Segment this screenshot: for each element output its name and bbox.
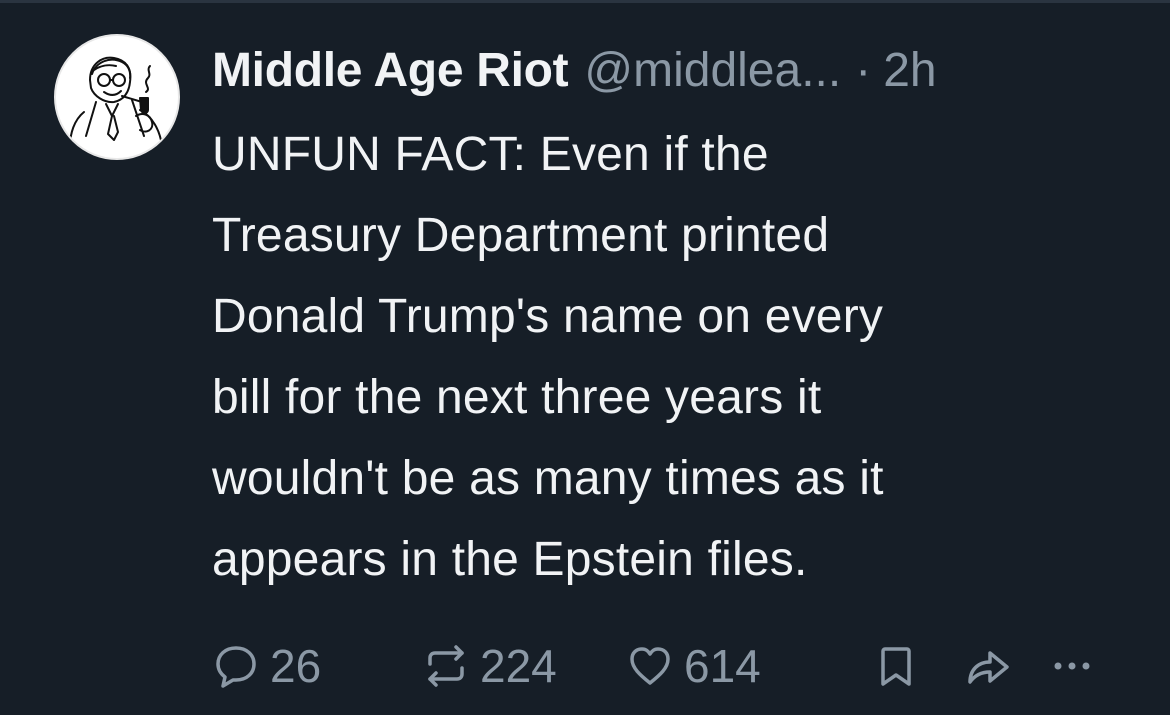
bookmark-icon [872, 642, 920, 690]
post-header: Middle Age Riot @middlea... · 2h [212, 38, 1142, 104]
like-count: 614 [684, 640, 761, 692]
post-text-line: bill for the next three years it [212, 371, 822, 424]
repost-arrows-icon [422, 642, 470, 690]
post-text-line: Treasury Department printed [212, 209, 830, 262]
display-name[interactable]: Middle Age Riot [212, 38, 569, 104]
post-text-line: appears in the Epstein files. [212, 533, 808, 586]
repost-button[interactable]: 224 [422, 636, 557, 696]
ellipsis-icon [1048, 642, 1096, 690]
avatar[interactable] [54, 34, 180, 160]
post-text-line: Donald Trump's name on every [212, 290, 884, 343]
heart-icon [626, 642, 674, 690]
reply-button[interactable]: 26 [212, 636, 321, 696]
more-options-button[interactable] [1048, 636, 1096, 696]
post[interactable]: Middle Age Riot @middlea... · 2h UNFUN F… [212, 38, 1142, 600]
speech-bubble-icon [212, 642, 260, 690]
share-button[interactable] [964, 636, 1012, 696]
post-text: UNFUN FACT: Even if the Treasury Departm… [212, 114, 1142, 600]
avatar-illustration [69, 56, 163, 147]
bookmark-button[interactable] [872, 636, 920, 696]
separator-dot: · [855, 44, 872, 97]
post-timestamp[interactable]: 2h [883, 38, 936, 104]
user-handle[interactable]: @middlea... [584, 38, 841, 104]
top-divider [0, 0, 1170, 3]
action-bar: 26 224 614 [212, 636, 1112, 696]
like-button[interactable]: 614 [626, 636, 761, 696]
reply-count: 26 [270, 640, 322, 692]
post-text-line: wouldn't be as many times as it [212, 452, 884, 505]
share-arrow-icon [964, 642, 1012, 690]
post-text-line: UNFUN FACT: Even if the [212, 128, 769, 181]
repost-count: 224 [480, 640, 557, 692]
